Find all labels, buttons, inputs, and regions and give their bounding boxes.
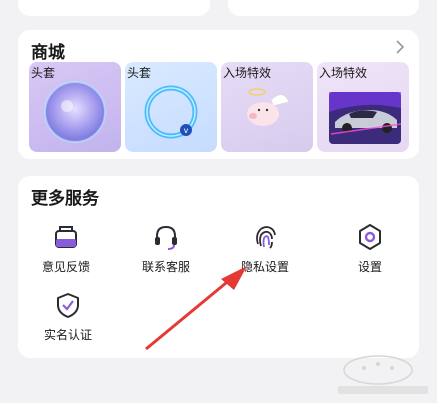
shop-tile-headgear-1[interactable]: 头套	[29, 62, 121, 152]
shield-check-icon	[57, 293, 79, 318]
watermark-logo	[338, 355, 428, 394]
shop-tile-entrance-1[interactable]: 入场特效	[221, 62, 313, 152]
svg-text:v: v	[184, 126, 189, 135]
real-name-auth-button[interactable]: 实名认证	[23, 290, 113, 343]
shop-tile-headgear-2[interactable]: 头套 v	[125, 62, 217, 152]
feedback-icon	[55, 226, 77, 248]
headset-icon	[155, 225, 177, 250]
shop-tile-label: 头套	[31, 66, 56, 80]
settings-button[interactable]: 设置	[325, 222, 415, 275]
shop-tile-label: 头套	[127, 66, 152, 80]
services-card: 更多服务 意见反馈 联系客服 隐私设置 设置 实名认证	[18, 176, 419, 358]
feedback-label: 意见反馈	[41, 260, 90, 274]
settings-label: 设置	[357, 260, 382, 274]
contact-service-label: 联系客服	[141, 260, 190, 274]
top-card-left[interactable]: ...	[18, 0, 210, 16]
privacy-settings-button[interactable]: 隐私设置	[220, 222, 310, 275]
real-name-auth-label: 实名认证	[43, 328, 92, 342]
contact-service-button[interactable]: 联系客服	[121, 222, 211, 275]
shop-card: 商城 头套 头套 v 入场特效 入场特效	[18, 30, 419, 159]
top-card-right[interactable]: ...	[228, 0, 419, 16]
fingerprint-icon	[256, 226, 276, 249]
chevron-right-icon[interactable]	[393, 40, 407, 54]
services-title: 更多服务	[31, 189, 99, 209]
shop-tile-label: 入场特效	[319, 66, 368, 80]
feedback-button[interactable]: 意见反馈	[21, 222, 111, 275]
shop-tile-label: 入场特效	[223, 66, 272, 80]
shop-tile-entrance-2[interactable]: 入场特效	[317, 62, 409, 152]
privacy-settings-label: 隐私设置	[240, 260, 289, 274]
settings-hexagon-icon	[359, 224, 381, 250]
shop-title: 商城	[31, 43, 65, 63]
